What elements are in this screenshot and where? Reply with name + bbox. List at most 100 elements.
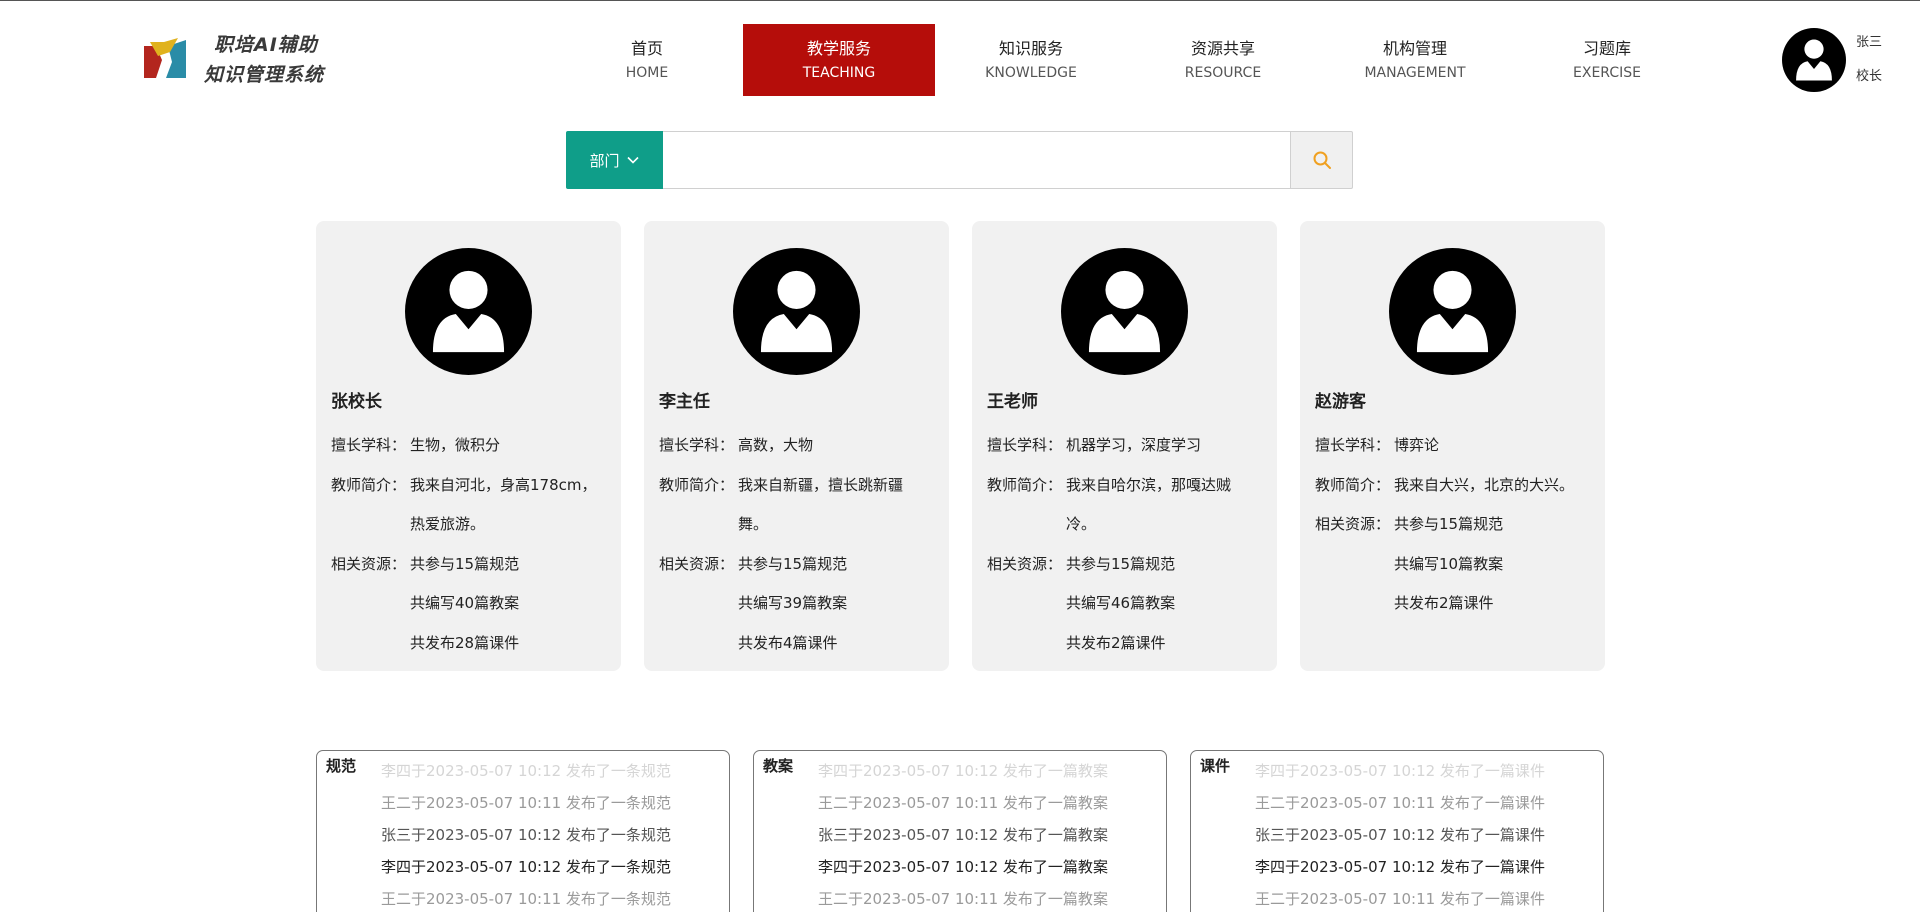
teacher-cards: 张校长 擅长学科： 生物，微积分 教师简介： 我来自河北，身高178cm， 热爱… xyxy=(316,221,1605,671)
logo-title-line2: 知识管理系统 xyxy=(204,64,325,86)
search-input[interactable] xyxy=(663,131,1290,189)
resource-item: 共发布28篇课件 xyxy=(410,633,520,652)
intro-label: 教师简介： xyxy=(987,475,1063,494)
feed-item[interactable]: 张三于2023-05-07 10:12 发布了一篇课件 xyxy=(1255,819,1545,851)
nav-label: 首页 xyxy=(630,38,663,58)
subject-value: 高数，大物 xyxy=(738,436,814,454)
user-avatar-icon[interactable] xyxy=(1782,28,1846,92)
feed-courseware: 课件 李四于2023-05-07 10:12 发布了一篇课件 王二于2023-0… xyxy=(1190,750,1604,912)
intro-line: 我来自河北，身高178cm， xyxy=(410,475,597,494)
subject-label: 擅长学科： xyxy=(987,436,1063,454)
intro-line: 我来自大兴，北京的大兴。 xyxy=(1394,475,1575,494)
app-logo[interactable]: 职培AI辅助 知识管理系统 xyxy=(144,28,364,92)
nav-label: 资源共享 xyxy=(1190,38,1255,58)
teacher-name: 王老师 xyxy=(987,392,1038,412)
main-nav: 首页 HOME 教学服务 TEACHING 知识服务 KNOWLEDGE 资源共… xyxy=(551,24,1703,96)
teacher-card[interactable]: 赵游客 擅长学科： 博弈论 教师简介： 我来自大兴，北京的大兴。 相关资源： 共… xyxy=(1300,221,1605,671)
department-label: 部门 xyxy=(589,151,620,170)
teacher-avatar-icon xyxy=(1389,248,1516,375)
resource-item: 共发布2篇课件 xyxy=(1394,594,1494,612)
nav-resource[interactable]: 资源共享 RESOURCE xyxy=(1127,24,1319,96)
feed-lesson-plans: 教案 李四于2023-05-07 10:12 发布了一篇教案 王二于2023-0… xyxy=(753,750,1167,912)
teacher-avatar-icon xyxy=(405,248,532,375)
teacher-card[interactable]: 张校长 擅长学科： 生物，微积分 教师简介： 我来自河北，身高178cm， 热爱… xyxy=(316,221,621,671)
intro-row: 教师简介： 我来自河北，身高178cm， 热爱旅游。 xyxy=(331,466,616,545)
feed-item[interactable]: 李四于2023-05-07 10:12 发布了一篇教案 xyxy=(818,755,1108,787)
feed-item[interactable]: 王二于2023-05-07 10:11 发布了一篇教案 xyxy=(818,787,1108,819)
nav-label: 机构管理 xyxy=(1382,38,1447,58)
feed-item[interactable]: 李四于2023-05-07 10:12 发布了一条规范 xyxy=(381,755,671,787)
nav-teaching[interactable]: 教学服务 TEACHING xyxy=(743,24,935,96)
feed-item[interactable]: 李四于2023-05-07 10:12 发布了一篇课件 xyxy=(1255,851,1545,883)
user-menu[interactable]: 张三 校长 xyxy=(1782,28,1882,94)
search-bar: 部门 xyxy=(566,131,1353,189)
feed-item[interactable]: 王二于2023-05-07 10:11 发布了一条规范 xyxy=(381,883,671,912)
intro-row: 教师简介： 我来自哈尔滨，那嘎达贼 冷。 xyxy=(987,466,1272,545)
logo-text: 职培AI辅助 知识管理系统 xyxy=(204,30,324,90)
feed-item[interactable]: 王二于2023-05-07 10:11 发布了一篇课件 xyxy=(1255,883,1545,912)
intro-label: 教师简介： xyxy=(1315,475,1391,494)
feed-item[interactable]: 王二于2023-05-07 10:11 发布了一条规范 xyxy=(381,787,671,819)
intro-line: 我来自哈尔滨，那嘎达贼 xyxy=(1066,475,1232,494)
resource-label: 相关资源： xyxy=(1315,515,1391,533)
nav-exercise[interactable]: 习题库 EXERCISE xyxy=(1511,24,1703,96)
feed-item[interactable]: 张三于2023-05-07 10:12 发布了一条规范 xyxy=(381,819,671,851)
subject-row: 擅长学科： 机器学习，深度学习 xyxy=(987,426,1272,466)
feed-item[interactable]: 张三于2023-05-07 10:12 发布了一篇教案 xyxy=(818,819,1108,851)
nav-home[interactable]: 首页 HOME xyxy=(551,24,743,96)
logo-mark-icon xyxy=(144,38,186,82)
feed-item[interactable]: 李四于2023-05-07 10:12 发布了一篇课件 xyxy=(1255,755,1545,787)
subject-label: 擅长学科： xyxy=(1315,436,1391,454)
feed-title: 规范 xyxy=(326,757,357,775)
resource-item: 共发布2篇课件 xyxy=(1066,633,1166,652)
resource-row: 相关资源： 共参与15篇规范 共编写10篇教案 共发布2篇课件 xyxy=(1315,505,1600,624)
subject-label: 擅长学科： xyxy=(331,436,407,454)
resource-label: 相关资源： xyxy=(987,554,1063,573)
search-button[interactable] xyxy=(1290,131,1353,189)
nav-knowledge[interactable]: 知识服务 KNOWLEDGE xyxy=(935,24,1127,96)
subject-row: 擅长学科： 生物，微积分 xyxy=(331,426,616,466)
teacher-avatar-icon xyxy=(733,248,860,375)
nav-sublabel: TEACHING xyxy=(802,64,876,81)
intro-label: 教师简介： xyxy=(331,475,407,494)
resource-row: 相关资源： 共参与15篇规范 共编写40篇教案 共发布28篇课件 xyxy=(331,545,616,664)
resource-item: 共参与15篇规范 xyxy=(1066,554,1176,573)
intro-row: 教师简介： 我来自新疆，擅长跳新疆 舞。 xyxy=(659,466,944,545)
intro-line: 冷。 xyxy=(1066,515,1097,533)
intro-line: 热爱旅游。 xyxy=(410,515,486,533)
intro-line: 舞。 xyxy=(738,515,769,533)
nav-sublabel: KNOWLEDGE xyxy=(985,64,1077,81)
subject-row: 擅长学科： 高数，大物 xyxy=(659,426,944,466)
feed-item[interactable]: 李四于2023-05-07 10:12 发布了一条规范 xyxy=(381,851,671,883)
feed-item[interactable]: 王二于2023-05-07 10:11 发布了一篇教案 xyxy=(818,883,1108,912)
subject-value: 机器学习，深度学习 xyxy=(1066,436,1202,454)
feed-title: 教案 xyxy=(763,757,794,775)
feed-item[interactable]: 王二于2023-05-07 10:11 发布了一篇课件 xyxy=(1255,787,1545,819)
nav-label: 习题库 xyxy=(1582,38,1631,58)
department-dropdown[interactable]: 部门 xyxy=(566,131,663,189)
resource-item: 共发布4篇课件 xyxy=(738,633,838,652)
resource-item: 共编写10篇教案 xyxy=(1394,554,1504,573)
user-name: 张三 xyxy=(1856,35,1883,50)
teacher-card[interactable]: 王老师 擅长学科： 机器学习，深度学习 教师简介： 我来自哈尔滨，那嘎达贼 冷。… xyxy=(972,221,1277,671)
resource-row: 相关资源： 共参与15篇规范 共编写46篇教案 共发布2篇课件 xyxy=(987,545,1272,664)
nav-label: 教学服务 xyxy=(806,38,871,58)
resource-item: 共编写46篇教案 xyxy=(1066,594,1176,612)
nav-label: 知识服务 xyxy=(998,38,1063,58)
user-role: 校长 xyxy=(1856,69,1883,84)
nav-management[interactable]: 机构管理 MANAGEMENT xyxy=(1319,24,1511,96)
intro-line: 我来自新疆，擅长跳新疆 xyxy=(738,475,904,494)
feed-item[interactable]: 李四于2023-05-07 10:12 发布了一篇教案 xyxy=(818,851,1108,883)
nav-sublabel: EXERCISE xyxy=(1573,64,1641,81)
resource-item: 共参与15篇规范 xyxy=(1394,515,1504,533)
teacher-card[interactable]: 李主任 擅长学科： 高数，大物 教师简介： 我来自新疆，擅长跳新疆 舞。 相关资… xyxy=(644,221,949,671)
activity-feeds: 规范 李四于2023-05-07 10:12 发布了一条规范 王二于2023-0… xyxy=(316,750,1604,912)
search-icon xyxy=(1313,151,1331,169)
resource-item: 共参与15篇规范 xyxy=(738,554,848,573)
resource-item: 共编写40篇教案 xyxy=(410,594,520,612)
subject-row: 擅长学科： 博弈论 xyxy=(1315,426,1600,466)
subject-label: 擅长学科： xyxy=(659,436,735,454)
nav-sublabel: MANAGEMENT xyxy=(1364,64,1466,81)
teacher-avatar-icon xyxy=(1061,248,1188,375)
nav-sublabel: RESOURCE xyxy=(1184,64,1262,81)
